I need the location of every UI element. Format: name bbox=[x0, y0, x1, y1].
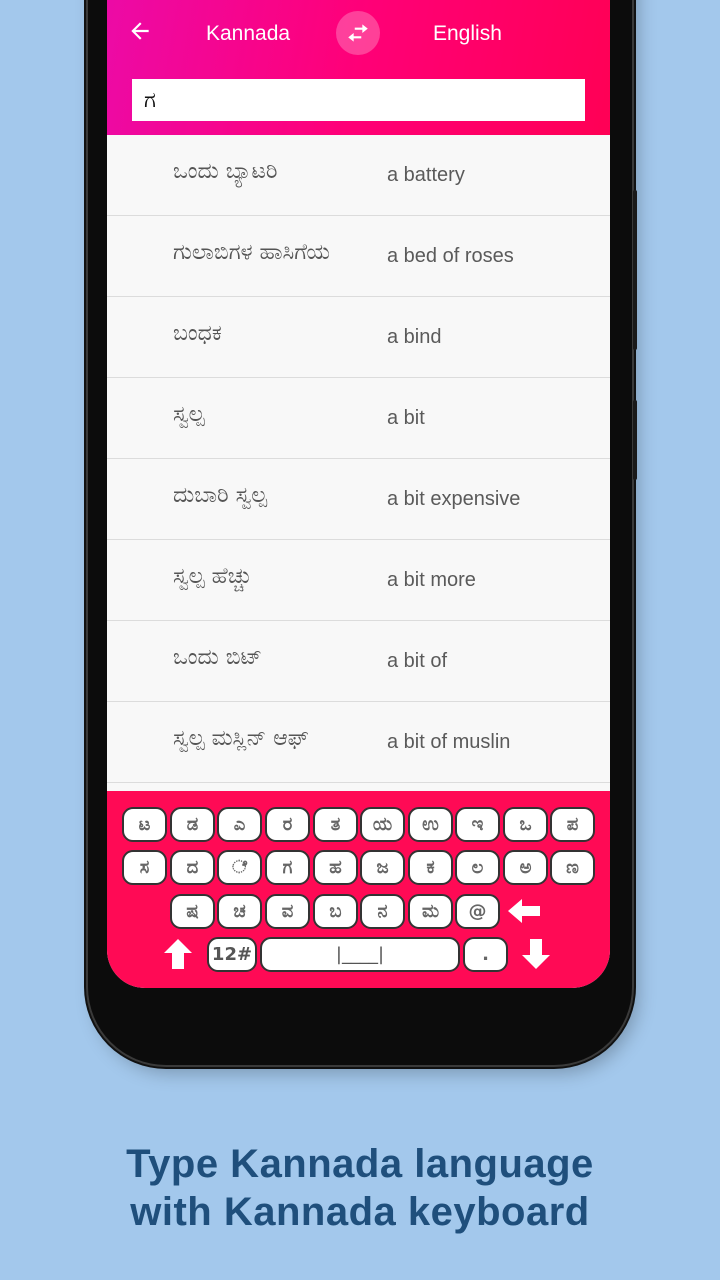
english-word: a bind bbox=[387, 326, 442, 348]
list-item[interactable]: ಬಂಧಕ a bind bbox=[107, 297, 610, 378]
volume-button bbox=[633, 190, 637, 350]
arrow-up-icon bbox=[164, 939, 192, 969]
key[interactable]: ಒ bbox=[503, 807, 548, 842]
search-input[interactable] bbox=[132, 79, 585, 121]
kannada-word: ಒಂದು ಬಿಟ್ bbox=[173, 645, 263, 670]
key[interactable]: ಪ bbox=[550, 807, 595, 842]
list-item[interactable]: ಸ್ವಲ್ಪ ಹೆಚ್ಚು a bit more bbox=[107, 540, 610, 621]
key[interactable]: ರ bbox=[265, 807, 310, 842]
key[interactable]: ಎ bbox=[217, 807, 262, 842]
kannada-word: ಸ್ವಲ್ಪ ಹೆಚ್ಚು bbox=[173, 564, 252, 589]
keyboard-row-4: 12# |____| . bbox=[107, 937, 610, 973]
kannada-word: ದುಬಾರಿ ಸ್ವಲ್ಪ bbox=[173, 483, 268, 508]
key[interactable]: ಗ bbox=[265, 850, 310, 885]
kannada-keyboard: ಟ ಡ ಎ ರ ತ ಯ ಉ ಇ ಒ ಪ ಸ ದ ೆ ಗ ಹ ಜ ಕ ಲ ಅ ಣ … bbox=[107, 791, 610, 988]
key[interactable]: ಅ bbox=[503, 850, 548, 885]
app-header: Kannada English bbox=[107, 0, 610, 135]
key[interactable]: ಯ bbox=[360, 807, 405, 842]
arrow-left-icon bbox=[131, 22, 149, 40]
english-word: a bit bbox=[387, 407, 425, 429]
key[interactable]: ಮ bbox=[408, 894, 453, 929]
english-word: a bit expensive bbox=[387, 488, 521, 510]
kannada-word: ಬಂಧಕ bbox=[173, 321, 222, 346]
keyboard-row-3: ಷ ಚ ವ ಬ ನ ಮ @ bbox=[107, 894, 610, 930]
swap-languages-button[interactable] bbox=[336, 11, 380, 55]
app-screen: Kannada English ಒಂದು ಬ್ಯಾಟರಿ a battery ಗ… bbox=[107, 0, 610, 988]
key[interactable]: ವ bbox=[265, 894, 310, 929]
key[interactable]: ಕ bbox=[408, 850, 453, 885]
kannada-word: ಒಂದು ಬ್ಯಾಟರಿ bbox=[173, 159, 278, 184]
back-button[interactable] bbox=[127, 18, 157, 48]
english-word: a battery bbox=[387, 164, 465, 186]
english-word: a bed of roses bbox=[387, 245, 514, 267]
list-item[interactable]: ಗುಲಾಬಿಗಳ ಹಾಸಿಗೆಯ a bed of roses bbox=[107, 216, 610, 297]
source-language[interactable]: Kannada bbox=[206, 20, 290, 48]
backspace-arrow-icon bbox=[508, 899, 540, 923]
keyboard-row-2: ಸ ದ ೆ ಗ ಹ ಜ ಕ ಲ ಅ ಣ bbox=[107, 850, 610, 886]
list-item[interactable]: ಒಂದು ಬಿಟ್ a bit of bbox=[107, 621, 610, 702]
list-item[interactable]: ದುಬಾರಿ ಸ್ವಲ್ಪ a bit expensive bbox=[107, 459, 610, 540]
key[interactable]: ನ bbox=[360, 894, 405, 929]
key[interactable]: ಸ bbox=[122, 850, 167, 885]
kannada-word: ಸ್ವಲ್ಪ bbox=[173, 402, 205, 427]
key[interactable]: ಣ bbox=[550, 850, 595, 885]
key[interactable]: ಷ bbox=[170, 894, 215, 929]
promo-caption: Type Kannada language with Kannada keybo… bbox=[0, 1140, 720, 1236]
list-item[interactable]: ಸ್ವಲ್ಪ a bit bbox=[107, 378, 610, 459]
hide-keyboard-key[interactable] bbox=[516, 937, 556, 977]
english-word: a bit more bbox=[387, 569, 476, 591]
key[interactable]: ದ bbox=[170, 850, 215, 885]
power-button bbox=[633, 400, 637, 480]
target-language[interactable]: English bbox=[433, 20, 502, 48]
keyboard-row-1: ಟ ಡ ಎ ರ ತ ಯ ಉ ಇ ಒ ಪ bbox=[107, 807, 610, 843]
kannada-word: ಗುಲಾಬಿಗಳ ಹಾಸಿಗೆಯ bbox=[173, 240, 330, 265]
list-item[interactable]: ಸ್ವಲ್ಪ ಮಸ್ಲಿನ್ ಆಫ್ a bit of muslin bbox=[107, 702, 610, 783]
key[interactable]: ಬ bbox=[313, 894, 358, 929]
key[interactable]: ೆ bbox=[217, 850, 262, 885]
key[interactable]: ಇ bbox=[455, 807, 500, 842]
key[interactable]: ತ bbox=[313, 807, 358, 842]
english-word: a bit of bbox=[387, 650, 448, 672]
arrow-down-icon bbox=[522, 939, 550, 969]
space-key[interactable]: |____| bbox=[260, 937, 460, 972]
key[interactable]: ಹ bbox=[313, 850, 358, 885]
caption-line-2: with Kannada keyboard bbox=[130, 1190, 590, 1234]
swap-arrows-icon bbox=[348, 24, 368, 42]
phone-frame: Kannada English ಒಂದು ಬ್ಯಾಟರಿ a battery ಗ… bbox=[88, 0, 637, 1065]
key[interactable]: ಜ bbox=[360, 850, 405, 885]
numbers-key[interactable]: 12# bbox=[207, 937, 257, 972]
results-list: ಒಂದು ಬ್ಯಾಟರಿ a battery ಗುಲಾಬಿಗಳ ಹಾಸಿಗೆಯ … bbox=[107, 135, 610, 864]
key[interactable]: ಟ bbox=[122, 807, 167, 842]
shift-key[interactable] bbox=[158, 937, 198, 977]
english-word: a bit of muslin bbox=[387, 731, 511, 753]
key[interactable]: ಡ bbox=[170, 807, 215, 842]
key[interactable]: @ bbox=[455, 894, 500, 929]
key[interactable]: ಚ bbox=[217, 894, 262, 929]
key[interactable]: ಉ bbox=[408, 807, 453, 842]
kannada-word: ಸ್ವಲ್ಪ ಮಸ್ಲಿನ್ ಆಫ್ bbox=[173, 726, 309, 751]
backspace-key[interactable] bbox=[505, 894, 545, 932]
caption-line-1: Type Kannada language bbox=[126, 1142, 594, 1186]
list-item[interactable]: ಒಂದು ಬ್ಯಾಟರಿ a battery bbox=[107, 135, 610, 216]
period-key[interactable]: . bbox=[463, 937, 508, 972]
key[interactable]: ಲ bbox=[455, 850, 500, 885]
